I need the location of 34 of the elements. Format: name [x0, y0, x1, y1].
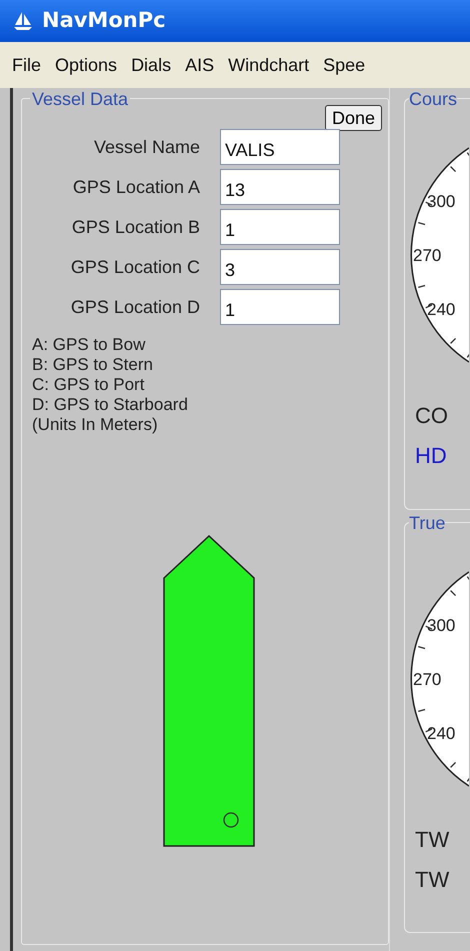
readout-label: CO: [415, 403, 449, 429]
readout-label: TW: [415, 826, 450, 852]
menu-item[interactable]: Spee: [317, 52, 372, 78]
input-field[interactable]: 1: [220, 209, 340, 245]
input-field[interactable]: VALIS: [220, 129, 340, 165]
field-label: GPS Location B: [70, 216, 200, 238]
menu-item[interactable]: Windchart: [222, 52, 316, 78]
dial-tick-label: 300: [427, 192, 456, 211]
dial-tick-label: 270: [413, 670, 442, 688]
legend-text: (Units In Meters): [32, 415, 159, 435]
dial-tick-label: 300: [427, 616, 456, 634]
done-button[interactable]: Done: [324, 105, 382, 131]
sailboat-icon: [12, 10, 34, 32]
field-label: GPS Location A: [72, 176, 200, 198]
field-label: GPS Location D: [70, 296, 200, 318]
input-field[interactable]: 3: [220, 249, 340, 285]
dial-tick-label: 240: [427, 300, 456, 319]
menu-item[interactable]: File: [6, 52, 48, 78]
field-label: GPS Location C: [70, 256, 200, 278]
menu-item[interactable]: Options: [49, 52, 124, 78]
window-title: NavMonPc: [42, 7, 166, 34]
readout-label: HD: [415, 443, 448, 469]
readout-label: TW: [415, 866, 450, 892]
input-field[interactable]: 13: [220, 169, 340, 205]
menu-item[interactable]: AIS: [179, 52, 220, 78]
legend-text: C: GPS to Port: [32, 375, 146, 395]
legend-text: D: GPS to Starboard: [32, 395, 189, 415]
legend-text: B: GPS to Stern: [32, 355, 154, 375]
dial-tick-label: 270: [413, 246, 442, 265]
menu-item[interactable]: Dials: [125, 52, 178, 78]
field-label: Vessel Name: [92, 136, 200, 158]
dial-tick-label: 240: [427, 724, 456, 742]
legend-text: A: GPS to Bow: [32, 335, 146, 355]
input-field[interactable]: 1: [220, 289, 340, 325]
